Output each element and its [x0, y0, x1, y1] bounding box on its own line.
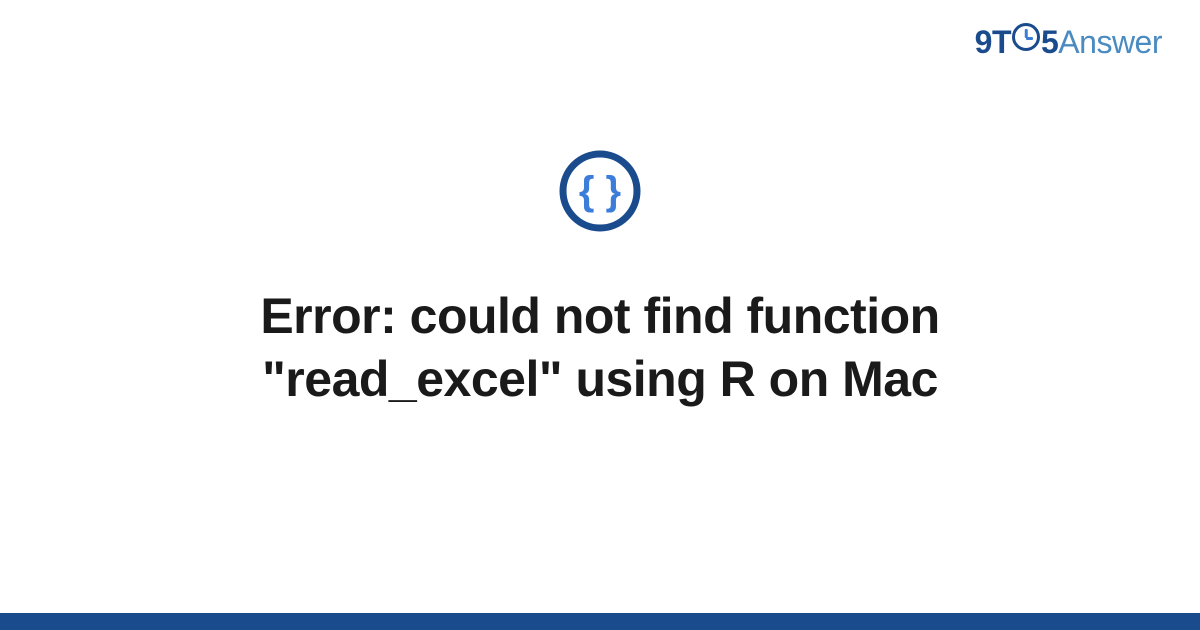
page-title: Error: could not find function "read_exc…: [150, 285, 1050, 410]
svg-text:{ }: { }: [579, 169, 621, 213]
main-content: { } Error: could not find function "read…: [0, 0, 1200, 630]
code-braces-icon: { }: [559, 150, 641, 237]
footer-accent-bar: [0, 613, 1200, 630]
